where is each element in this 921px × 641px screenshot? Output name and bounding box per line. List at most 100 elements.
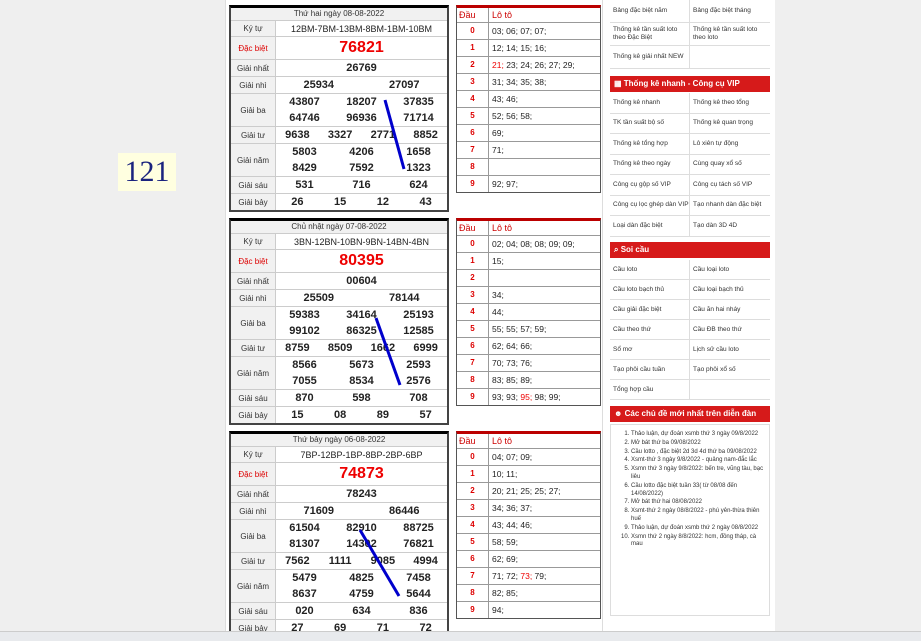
results-column: Thứ hai ngày 08-08-2022 Ký tự 12BM-7BM-13B…	[225, 0, 603, 640]
sidebar-link[interactable]: Bảng đặc biệt năm	[610, 0, 690, 23]
sidebar-link[interactable]: Thống kê quan trọng	[690, 114, 770, 134]
prize-label: Giải sáu	[231, 603, 276, 619]
forum-topic-link[interactable]: Xsmt-thứ 2 ngày 08/8/2022 - phú yên-thừa…	[631, 508, 765, 524]
loto-values: 62; 64; 66;	[489, 338, 600, 354]
forum-topic-link[interactable]: Mở bát thứ ba 09/08/2022	[631, 440, 765, 448]
prize-number: 64746	[289, 112, 320, 124]
sidebar-link[interactable]: Lịch sử cầu loto	[690, 340, 770, 360]
prize-row: Giải tư 8759 8509 1662 6999	[231, 340, 447, 357]
loto-value: 70; 73; 76;	[492, 358, 533, 368]
loto-values: 55; 55; 57; 59;	[489, 321, 600, 337]
prize-number: 4206	[349, 146, 374, 158]
prize-label: Giải tư	[231, 553, 276, 569]
sidebar-link[interactable]: Bảng đặc biệt tháng	[690, 0, 770, 23]
dau-digit: 5	[457, 108, 489, 124]
prize-number: 6999	[413, 342, 438, 354]
prize-label: Giải bảy	[231, 194, 276, 210]
prize-numbers: 5479 4825 7458 8637 4759 5644	[276, 570, 447, 602]
sidebar-link[interactable]: Lô xiên tự động	[690, 134, 770, 155]
sidebar-link[interactable]: Thống kê tần suất loto theo loto	[690, 23, 770, 46]
sidebar-link[interactable]: Tạo dàn 3D 4D	[690, 216, 770, 237]
prize-number: 86325	[346, 325, 377, 337]
sidebar-link[interactable]: Thống kê tổng hợp	[610, 134, 690, 155]
loto-value: 23; 24; 26; 27; 29;	[503, 60, 575, 70]
dau-digit: 7	[457, 568, 489, 584]
sidebar-link[interactable]: TK tần suất bộ số	[610, 113, 690, 134]
loto-values: 92; 97;	[489, 176, 600, 192]
forum-topic-link[interactable]: Thảo luận, dự đoán xsmb thứ 2 ngày 08/8/…	[631, 525, 765, 533]
prize-number: 870	[295, 392, 314, 404]
forum-topic-link[interactable]: Mở bát thứ hai 08/08/2022	[631, 499, 765, 507]
sidebar-link	[690, 46, 770, 69]
sidebar-link[interactable]: Tạo nhanh dàn đặc biệt	[690, 196, 770, 216]
loto-row: 6 69;	[457, 125, 600, 142]
result-table: Thứ bảy ngày 06-08-2022 Ký tự 7BP-12BP-1BP…	[229, 431, 449, 638]
prize-number: 1111	[328, 555, 352, 567]
dau-digit: 9	[457, 602, 489, 618]
prize-number: 3327	[327, 129, 353, 141]
forum-topic-link[interactable]: Cầu lotto , đặc biệt 2d 3d 4d thứ ba 09/…	[631, 449, 765, 457]
sidebar-link[interactable]: Loại dàn đặc biệt	[610, 216, 690, 237]
forum-list: Thảo luận, dự đoán xsmb thứ 3 ngày 09/8/…	[610, 424, 770, 616]
loto-row: 5 55; 55; 57; 59;	[457, 321, 600, 338]
dau-digit: 8	[457, 372, 489, 388]
prize-number: 12BM-7BM-13BM-8BM-1BM-10BM	[290, 23, 433, 34]
loto-value: 10; 11;	[492, 469, 518, 479]
loto-values: 15;	[489, 253, 600, 269]
sidebar-link[interactable]: Công cụ lọc ghép dàn VIP	[610, 195, 690, 216]
loto-value: 02; 04; 08; 08; 09; 09;	[492, 239, 575, 249]
sidebar-link[interactable]: Cầu loại loto	[690, 260, 770, 280]
sidebar-link[interactable]: Cầu theo thứ	[610, 320, 690, 340]
prize-number: 716	[352, 179, 371, 191]
dau-digit: 0	[457, 23, 489, 39]
prize-row: Giải năm 8566 5673 2593 7055 8534 2576	[231, 357, 447, 390]
loto-values: 93; 93; 95; 98; 99;	[489, 389, 600, 405]
prize-number: 8637	[292, 588, 317, 600]
sidebar-link[interactable]: Thống kê nhanh	[610, 93, 690, 114]
prize-number: 8852	[413, 129, 438, 141]
sidebar-link[interactable]: Tạo phôi cầu tuần	[610, 360, 690, 380]
prize-number: 2771	[370, 129, 396, 141]
loto-values: 71; 72; 73; 79;	[489, 568, 600, 584]
sidebar-link[interactable]: Công cụ gộp số VIP	[610, 175, 690, 196]
forum-topic-link[interactable]: Xsmn thứ 3 ngày 9/8/2022: bến tre, vũng …	[631, 466, 765, 482]
sidebar-link[interactable]: Công cụ tách số VIP	[690, 175, 770, 196]
prize-number: 4759	[349, 588, 374, 600]
loto-row: 7 71; 72; 73; 79;	[457, 568, 600, 585]
forum-topic-link[interactable]: Xsmt-thứ 3 ngày 9/8/2022 - quảng nam-đắc…	[631, 457, 765, 465]
dau-digit: 1	[457, 40, 489, 56]
sidebar-link[interactable]: Cầu ĐB theo thứ	[690, 320, 770, 340]
prize-number: 96936	[346, 112, 377, 124]
loto-row: 0 02; 04; 08; 08; 09; 09;	[457, 236, 600, 253]
forum-topic-link[interactable]: Cầu lotto đặc biệt tuần 33( từ 08/08 đến…	[631, 483, 765, 499]
sidebar-link[interactable]: Sổ mơ	[610, 340, 690, 360]
sidebar-link[interactable]: Cùng quay xổ số	[690, 155, 770, 175]
dau-digit: 7	[457, 355, 489, 371]
prize-number: 86446	[388, 505, 420, 517]
loto-col-header: Lô tô	[492, 223, 513, 233]
sidebar-link[interactable]: Cầu ăn hai nháy	[690, 300, 770, 320]
loto-row: 0 03; 06; 07; 07;	[457, 23, 600, 40]
forum-topic-link[interactable]: Xsmn thứ 2 ngày 8/8/2022: hcm, đồng tháp…	[631, 534, 765, 550]
prize-label: Giải bảy	[231, 407, 276, 423]
sidebar-link[interactable]: Thống kê theo ngày	[610, 154, 690, 175]
sidebar-link[interactable]: Cầu loto	[610, 260, 690, 280]
prize-number: 1658	[406, 146, 431, 158]
sidebar-link[interactable]: Tạo phôi xổ số	[690, 360, 770, 380]
loto-row: 9 93; 93; 95; 98; 99;	[457, 389, 600, 405]
loto-value: 44;	[492, 307, 504, 317]
prize-number: 14302	[346, 538, 377, 550]
prize-number: 27097	[388, 79, 420, 91]
forum-topic-link[interactable]: Thảo luận, dự đoán xsmb thứ 3 ngày 09/8/…	[631, 431, 765, 439]
sidebar-link[interactable]: Cầu loại bạch thủ	[690, 280, 770, 300]
right-gutter	[775, 0, 921, 640]
prize-row: Giải ba 61504 82910 88725 81307 14302 76821	[231, 520, 447, 553]
sidebar-link[interactable]: Tổng hợp cầu	[610, 380, 690, 400]
sidebar-link[interactable]: Cầu giải đặc biệt	[610, 300, 690, 320]
sidebar-link[interactable]: Thống kê tần suất loto theo Đặc Biệt	[610, 23, 690, 46]
prize-numbers: 71609 86446	[276, 503, 447, 519]
sidebar-link[interactable]: Thống kê theo tổng	[690, 93, 770, 114]
sidebar-link[interactable]: Thống kê giải nhất NEW	[610, 46, 690, 69]
sidebar-link[interactable]: Cầu loto bạch thủ	[610, 280, 690, 300]
left-gutter	[0, 0, 225, 640]
